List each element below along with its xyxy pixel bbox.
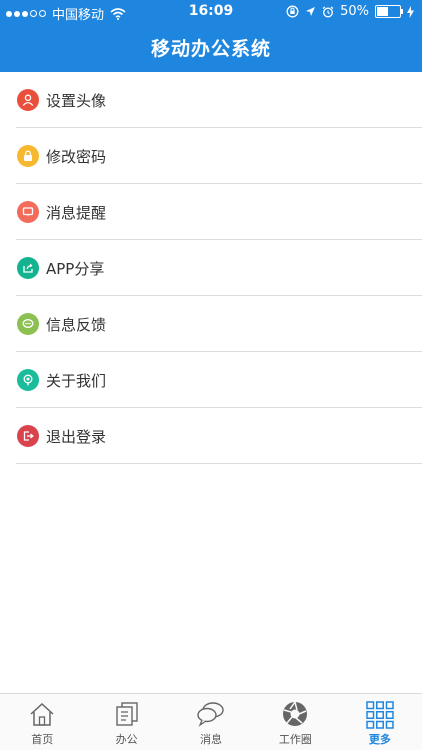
status-bar: 中国移动 16:09 50%: [0, 0, 422, 24]
menu-item-label: 退出登录: [46, 427, 107, 446]
tab-label: 消息: [200, 733, 223, 746]
logout-icon: [17, 425, 39, 447]
tab-label: 更多: [368, 733, 391, 746]
rotation-lock-icon: [286, 5, 299, 18]
menu-item-label: 消息提醒: [46, 203, 107, 222]
menu-item-label: APP分享: [46, 259, 105, 278]
menu-item-feedback[interactable]: 信息反馈: [0, 296, 422, 352]
battery-icon: [375, 5, 403, 18]
menu-item-set-avatar[interactable]: 设置头像: [0, 72, 422, 128]
menu-item-label: 信息反馈: [46, 315, 107, 334]
bottom-tab-bar: 首页 办公 消息 工作圈 更多: [0, 693, 422, 750]
alarm-icon: [322, 5, 334, 17]
page-title: 移动办公系统: [150, 38, 271, 60]
lock-icon: [17, 145, 39, 167]
location-icon: [306, 7, 316, 16]
charging-icon: [407, 5, 414, 18]
tab-messages[interactable]: 消息: [169, 694, 253, 750]
menu-item-message-alerts[interactable]: 消息提醒: [0, 184, 422, 240]
tab-more[interactable]: 更多: [338, 694, 422, 750]
menu-item-label: 设置头像: [46, 91, 107, 110]
feedback-icon: [17, 313, 39, 335]
share-icon: [17, 257, 39, 279]
tab-label: 工作圈: [278, 733, 312, 746]
menu-item-logout[interactable]: 退出登录: [0, 408, 422, 464]
status-right: 50%: [286, 4, 414, 19]
tab-work-circle[interactable]: 工作圈: [253, 694, 337, 750]
aperture-icon: [283, 701, 308, 726]
user-icon: [17, 89, 39, 111]
tab-office[interactable]: 办公: [84, 694, 168, 750]
home-icon: [30, 702, 54, 726]
tab-label: 首页: [31, 733, 54, 746]
menu-item-app-share[interactable]: APP分享: [0, 240, 422, 296]
menu-item-label: 关于我们: [46, 371, 107, 390]
about-icon: [17, 369, 39, 391]
office-icon: [115, 702, 138, 726]
menu-item-about-us[interactable]: 关于我们: [0, 352, 422, 408]
settings-menu: 设置头像 修改密码 消息提醒 APP分享 信息反馈 关于我们 退出登录: [0, 72, 422, 464]
menu-item-change-password[interactable]: 修改密码: [0, 128, 422, 184]
grid-icon: [366, 701, 394, 729]
message-alert-icon: [17, 201, 39, 223]
menu-item-label: 修改密码: [46, 147, 107, 166]
app-header: 中国移动 16:09 50% 移动办公系统: [0, 0, 422, 72]
tab-label: 办公: [115, 733, 138, 746]
battery-percent: 50%: [340, 4, 369, 19]
chat-icon: [197, 702, 224, 727]
tab-home[interactable]: 首页: [0, 694, 84, 750]
